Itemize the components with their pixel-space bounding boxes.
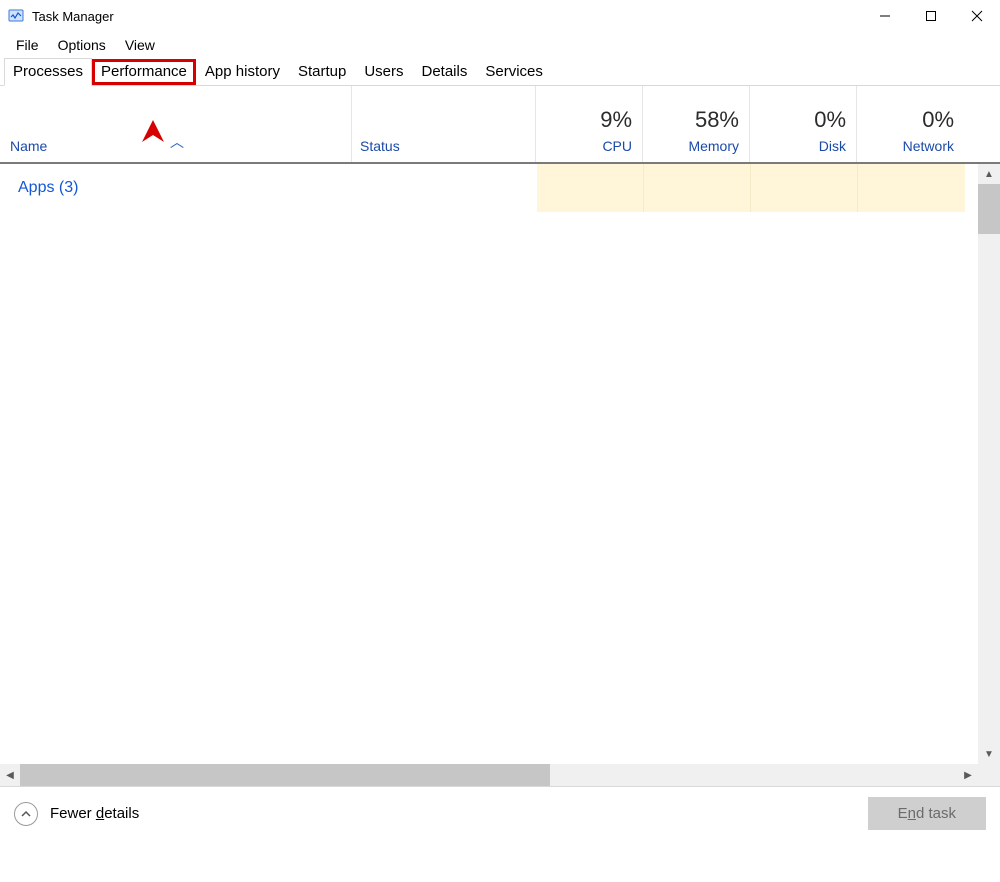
- column-memory[interactable]: 58% Memory: [643, 86, 750, 162]
- scroll-left-icon[interactable]: ◀: [0, 770, 20, 781]
- scroll-right-icon[interactable]: ▶: [958, 770, 978, 781]
- cpu-percent: 9%: [600, 107, 632, 133]
- vertical-scrollbar[interactable]: ▲ ▼: [978, 164, 1000, 764]
- maximize-button[interactable]: [908, 0, 954, 32]
- process-list: Apps (3) ▲ ▼ ◀ ▶: [0, 164, 1000, 786]
- horizontal-scrollbar[interactable]: ◀ ▶: [0, 764, 978, 786]
- tab-app-history[interactable]: App history: [196, 58, 289, 85]
- column-status-label: Status: [360, 138, 400, 154]
- footer: Fewer details End task: [0, 786, 1000, 840]
- menu-options[interactable]: Options: [50, 35, 114, 55]
- title-bar: Task Manager: [0, 0, 1000, 32]
- cpu-label: CPU: [602, 138, 632, 154]
- window-controls: [862, 0, 1000, 32]
- network-label: Network: [903, 138, 954, 154]
- fewer-details-toggle[interactable]: [14, 802, 38, 826]
- minimize-button[interactable]: [862, 0, 908, 32]
- network-percent: 0%: [922, 107, 954, 133]
- tab-performance[interactable]: Performance: [92, 59, 196, 85]
- memory-percent: 58%: [695, 107, 739, 133]
- disk-percent: 0%: [814, 107, 846, 133]
- tab-services[interactable]: Services: [476, 58, 552, 85]
- group-apps-disk: [751, 164, 858, 212]
- disk-label: Disk: [819, 138, 846, 154]
- menu-view[interactable]: View: [117, 35, 163, 55]
- group-apps-cpu: [537, 164, 644, 212]
- column-name-label: Name: [10, 138, 47, 154]
- memory-label: Memory: [688, 138, 739, 154]
- fewer-details-label[interactable]: Fewer details: [50, 805, 139, 822]
- tab-users[interactable]: Users: [355, 58, 412, 85]
- task-manager-icon: [8, 8, 24, 24]
- chevron-up-icon: [20, 808, 32, 820]
- column-status[interactable]: Status: [352, 86, 536, 162]
- column-network[interactable]: 0% Network: [857, 86, 964, 162]
- menu-file[interactable]: File: [8, 35, 47, 55]
- horizontal-scroll-thumb[interactable]: [20, 764, 550, 786]
- group-apps-memory: [644, 164, 751, 212]
- tab-startup[interactable]: Startup: [289, 58, 355, 85]
- group-apps-label: Apps (3): [0, 179, 352, 197]
- scroll-up-icon[interactable]: ▲: [978, 164, 1000, 184]
- window-title: Task Manager: [32, 9, 114, 24]
- tab-processes[interactable]: Processes: [4, 58, 92, 86]
- tab-details[interactable]: Details: [413, 58, 477, 85]
- scroll-down-icon[interactable]: ▼: [978, 744, 1000, 764]
- group-apps-network: [858, 164, 965, 212]
- end-task-button[interactable]: End task: [868, 797, 986, 830]
- scroll-corner: [978, 764, 1000, 786]
- close-button[interactable]: [954, 0, 1000, 32]
- collapse-chevron-icon[interactable]: ︿: [170, 132, 184, 152]
- column-cpu[interactable]: 9% CPU: [536, 86, 643, 162]
- menu-bar: File Options View: [0, 32, 1000, 58]
- column-header-row: Name Status 9% CPU 58% Memory 0% Disk 0%…: [0, 86, 1000, 164]
- vertical-scroll-thumb[interactable]: [978, 184, 1000, 234]
- tabs-bar: Processes Performance App history Startu…: [0, 58, 1000, 86]
- group-apps[interactable]: Apps (3): [0, 164, 978, 212]
- column-disk[interactable]: 0% Disk: [750, 86, 857, 162]
